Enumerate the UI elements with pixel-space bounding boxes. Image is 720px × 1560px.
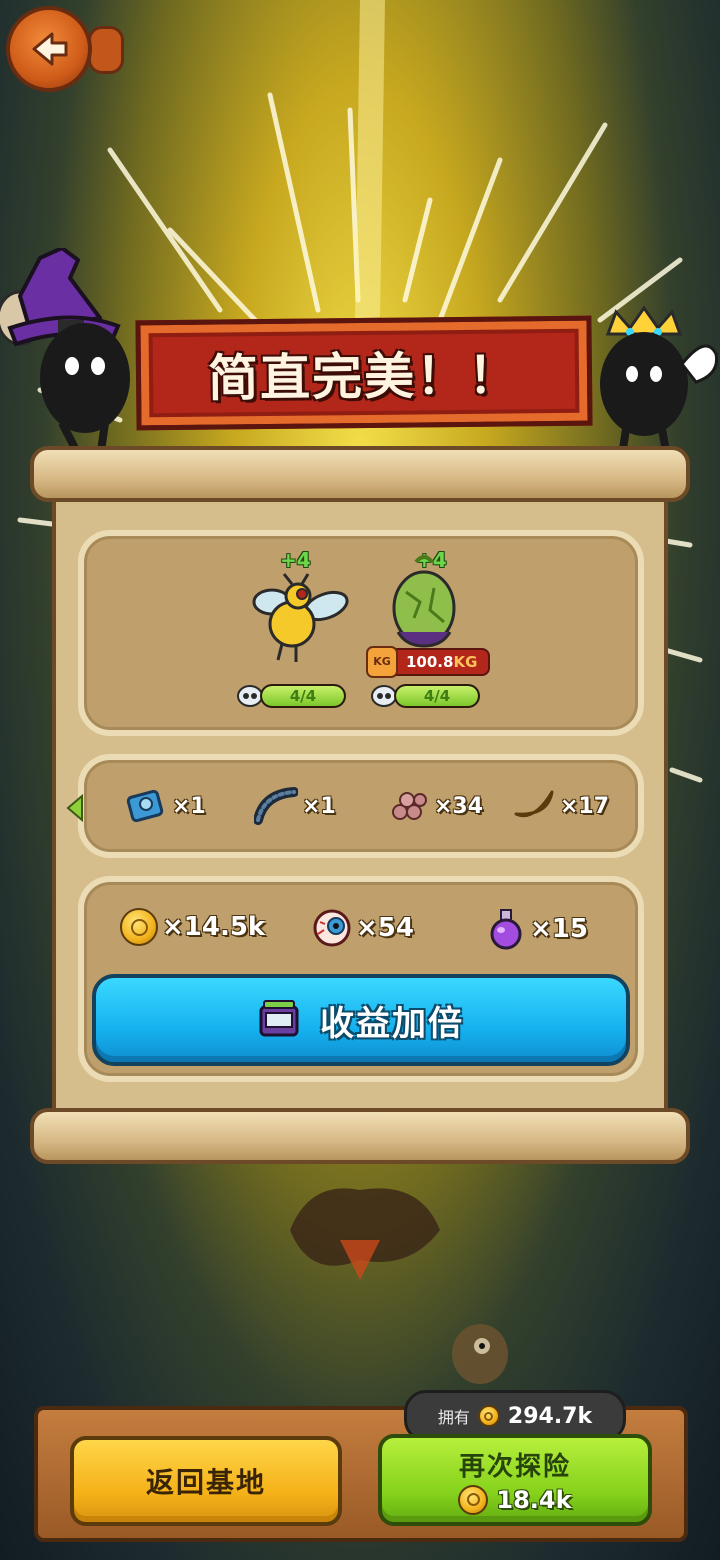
owned-label: 拥有 (437, 1408, 470, 1427)
owned-value: 294.7k (507, 1403, 593, 1429)
melon-creature-icon (392, 555, 456, 648)
material-item-caterpillar: ×1 (254, 786, 336, 826)
scroll-left-arrow-icon[interactable] (66, 794, 86, 822)
reward-item-eyeball: ×54 (312, 908, 414, 948)
caterpillar-icon (254, 787, 298, 825)
back-button[interactable] (6, 6, 92, 92)
material-qty: ×17 (560, 793, 610, 819)
blue-gear-icon (126, 789, 164, 823)
double-rewards-button[interactable]: 收益加倍 (92, 974, 630, 1066)
explore-cost: 18.4k (458, 1484, 572, 1515)
melon-hp-text: 4/4 (423, 687, 451, 705)
material-qty: ×1 (302, 793, 336, 819)
creatures-panel (78, 530, 644, 736)
bee-bonus: +4 (280, 548, 311, 572)
king-character (600, 305, 719, 463)
reward-item-coin: ×14.5k (120, 908, 265, 946)
back-button-tab (88, 26, 124, 74)
witch-character (0, 248, 130, 458)
melon-hp-bar: 4/4 (394, 684, 480, 708)
bee-hp-text: 4/4 (289, 687, 317, 705)
coin-icon (477, 1405, 500, 1427)
tv-ad-icon (259, 1000, 299, 1037)
coin-icon (120, 908, 158, 946)
cyclops-background (452, 1324, 508, 1384)
coin-icon (458, 1484, 489, 1515)
explore-again-button[interactable]: 再次探险 18.4k (378, 1434, 652, 1526)
material-qty: ×1 (172, 793, 206, 819)
reward-qty: ×14.5k (162, 912, 266, 942)
reward-qty: ×15 (530, 914, 588, 944)
arrow-left-icon (32, 32, 68, 66)
banner-title: 简直完美！！ (207, 346, 521, 408)
bee-creature-icon (252, 573, 349, 662)
material-item-melon-slice: ×17 (512, 786, 609, 826)
scroll-top-rod (30, 446, 690, 502)
scroll-bottom-rod (30, 1108, 690, 1164)
eyeball-icon (313, 909, 351, 947)
weight-kg-icon: KG (366, 646, 398, 678)
melon-weight-value: 100.8 (406, 653, 454, 671)
explore-cost-value: 18.4k (496, 1485, 572, 1514)
seeds-icon (392, 792, 427, 820)
melon-slice-icon (514, 790, 554, 818)
return-base-button[interactable]: 返回基地 (70, 1436, 342, 1526)
bee-hp-bar: 4/4 (260, 684, 346, 708)
explore-again-label: 再次探险 (458, 1451, 571, 1482)
potion-icon (490, 909, 522, 950)
reward-qty: ×54 (356, 913, 414, 943)
volcano-bug-background (290, 1188, 440, 1280)
double-rewards-label: 收益加倍 (320, 1003, 464, 1044)
result-banner: 简直完美！！ (135, 315, 593, 431)
return-base-label: 返回基地 (145, 1466, 266, 1499)
melon-weight-unit: KG (453, 653, 478, 671)
material-item-gear: ×1 (124, 786, 206, 826)
reward-item-potion: ×15 (486, 908, 588, 950)
material-item-seeds: ×34 (386, 786, 483, 826)
material-qty: ×34 (434, 793, 484, 819)
